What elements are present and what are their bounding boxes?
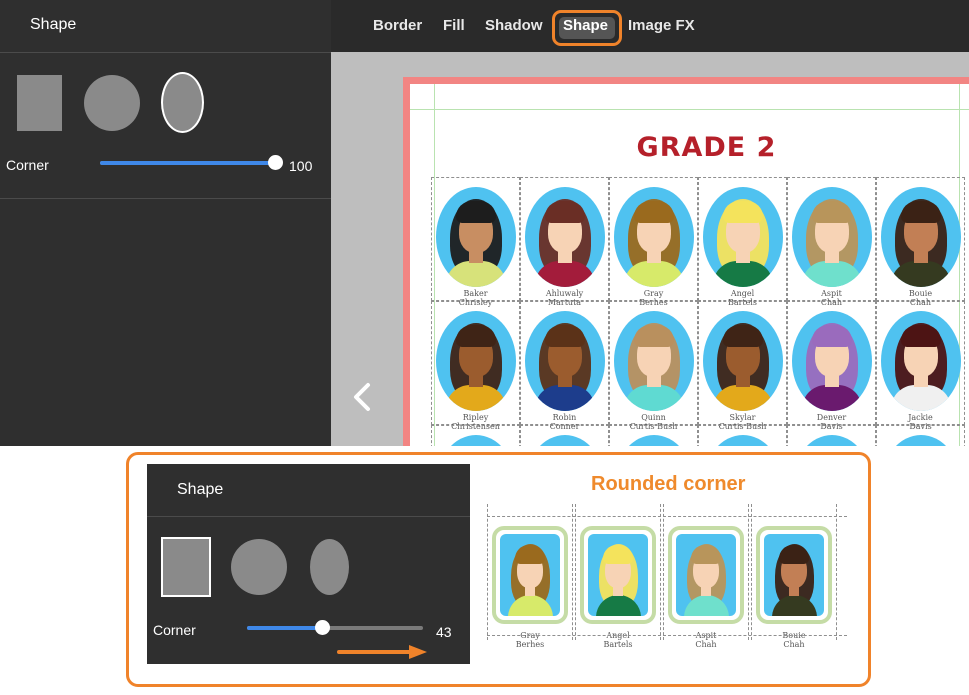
tab-shape[interactable]: Shape xyxy=(563,17,608,34)
student-portrait[interactable] xyxy=(525,187,605,287)
rounded-corner-callout: Shape Corner 43 Rounded corner Gray Berh… xyxy=(126,452,871,687)
student-portrait[interactable] xyxy=(436,187,516,287)
corner-slider-fill xyxy=(100,161,276,165)
student-portrait[interactable] xyxy=(792,435,872,446)
corner-slider[interactable] xyxy=(100,155,283,170)
portrait-cell[interactable]: Robin Conner xyxy=(520,301,609,431)
corner-label: Corner xyxy=(153,622,196,638)
student-portrait[interactable] xyxy=(614,435,694,446)
student-portrait[interactable] xyxy=(881,435,961,446)
student-portrait xyxy=(500,534,560,616)
portrait-cell[interactable]: Jackie Davis xyxy=(876,301,965,431)
portrait-cell[interactable]: Baker Chrisley xyxy=(431,177,520,307)
student-portrait[interactable] xyxy=(525,311,605,411)
student-portrait[interactable] xyxy=(614,187,694,287)
rounded-frame xyxy=(668,526,744,624)
corner-slider-thumb[interactable] xyxy=(314,620,330,635)
portrait-cell[interactable] xyxy=(431,425,520,446)
margin-guide xyxy=(410,109,969,110)
corner-slider[interactable] xyxy=(247,620,423,635)
portrait-cell[interactable]: Quinn Curtis Bush xyxy=(609,301,698,431)
shape-panel: Shape Corner 100 xyxy=(0,0,331,446)
rounded-corner-heading: Rounded corner xyxy=(591,473,746,495)
corner-slider-fill xyxy=(247,626,323,630)
student-name: Angel Bartels xyxy=(603,631,633,649)
student-portrait xyxy=(676,534,736,616)
portrait-cell[interactable] xyxy=(698,425,787,446)
image-toolbar: Border Fill Shadow Shape Image FX xyxy=(331,0,969,52)
student-portrait xyxy=(588,534,648,616)
student-portrait[interactable] xyxy=(703,311,783,411)
design-canvas[interactable]: GRADE 2 Baker Chrisley Ahluwaly Martuta … xyxy=(331,52,969,446)
student-portrait[interactable] xyxy=(614,311,694,411)
portrait-cell[interactable]: Angel Bartels xyxy=(698,177,787,307)
portrait-cell[interactable] xyxy=(609,425,698,446)
corner-label: Corner xyxy=(6,157,49,173)
page-title[interactable]: GRADE 2 xyxy=(410,132,969,163)
rounded-portrait-preview: Gray Berhes Angel Bartels Aspit Chah Bou… xyxy=(487,504,847,654)
student-portrait[interactable] xyxy=(792,311,872,411)
portrait-cell[interactable]: Skylar Curtis Bush xyxy=(698,301,787,431)
student-portrait xyxy=(764,534,824,616)
chevron-left-icon[interactable] xyxy=(349,382,375,412)
rounded-portrait-cell: Bouie Chah xyxy=(751,504,837,649)
student-name: Gray Berhes xyxy=(515,631,545,649)
oval-shape-option[interactable] xyxy=(161,72,204,133)
portrait-cell[interactable]: Bouie Chah xyxy=(876,177,965,307)
student-portrait[interactable] xyxy=(703,187,783,287)
tab-image-fx[interactable]: Image FX xyxy=(628,17,695,34)
student-portrait[interactable] xyxy=(881,311,961,411)
corner-value: 100 xyxy=(289,158,313,174)
rounded-portrait-cell: Angel Bartels xyxy=(575,504,661,649)
student-name: Aspit Chah xyxy=(695,631,717,649)
rounded-portrait-cell: Aspit Chah xyxy=(663,504,749,649)
divider xyxy=(0,52,331,53)
portrait-cell[interactable] xyxy=(876,425,965,446)
student-portrait[interactable] xyxy=(525,435,605,446)
portrait-cell[interactable]: Denver Davis xyxy=(787,301,876,431)
portrait-cell[interactable]: Aspit Chah xyxy=(787,177,876,307)
portrait-cell[interactable]: Gray Berhes xyxy=(609,177,698,307)
rounded-frame xyxy=(580,526,656,624)
divider xyxy=(147,516,470,517)
portrait-cell[interactable]: Ahluwaly Martuta xyxy=(520,177,609,307)
corner-value: 43 xyxy=(436,624,452,640)
student-portrait[interactable] xyxy=(792,187,872,287)
student-portrait[interactable] xyxy=(436,311,516,411)
yearbook-page[interactable]: GRADE 2 Baker Chrisley Ahluwaly Martuta … xyxy=(403,77,969,446)
portrait-cell[interactable] xyxy=(787,425,876,446)
rounded-frame xyxy=(492,526,568,624)
rectangle-shape-option[interactable] xyxy=(17,75,62,131)
panel-title: Shape xyxy=(30,16,77,33)
rounded-portrait-cell: Gray Berhes xyxy=(487,504,573,649)
circle-shape-option[interactable] xyxy=(84,75,140,131)
shape-panel-example: Shape Corner 43 xyxy=(147,464,470,664)
circle-shape-option[interactable] xyxy=(231,539,287,595)
tab-border[interactable]: Border xyxy=(373,17,422,34)
oval-shape-option[interactable] xyxy=(310,539,349,595)
rectangle-shape-option[interactable] xyxy=(161,537,211,597)
tab-fill[interactable]: Fill xyxy=(443,17,465,34)
arrow-right-icon xyxy=(337,645,427,659)
rounded-frame xyxy=(756,526,832,624)
student-portrait[interactable] xyxy=(436,435,516,446)
student-portrait[interactable] xyxy=(881,187,961,287)
portrait-cell[interactable] xyxy=(520,425,609,446)
divider xyxy=(0,198,331,199)
grid-guide xyxy=(487,635,847,636)
student-portrait[interactable] xyxy=(703,435,783,446)
panel-title: Shape xyxy=(177,481,224,498)
student-name: Bouie Chah xyxy=(782,631,806,649)
portrait-cell[interactable]: Ripley Christensen xyxy=(431,301,520,431)
grid-guide xyxy=(487,516,847,517)
tab-shadow[interactable]: Shadow xyxy=(485,17,543,34)
corner-slider-thumb[interactable] xyxy=(268,155,283,170)
